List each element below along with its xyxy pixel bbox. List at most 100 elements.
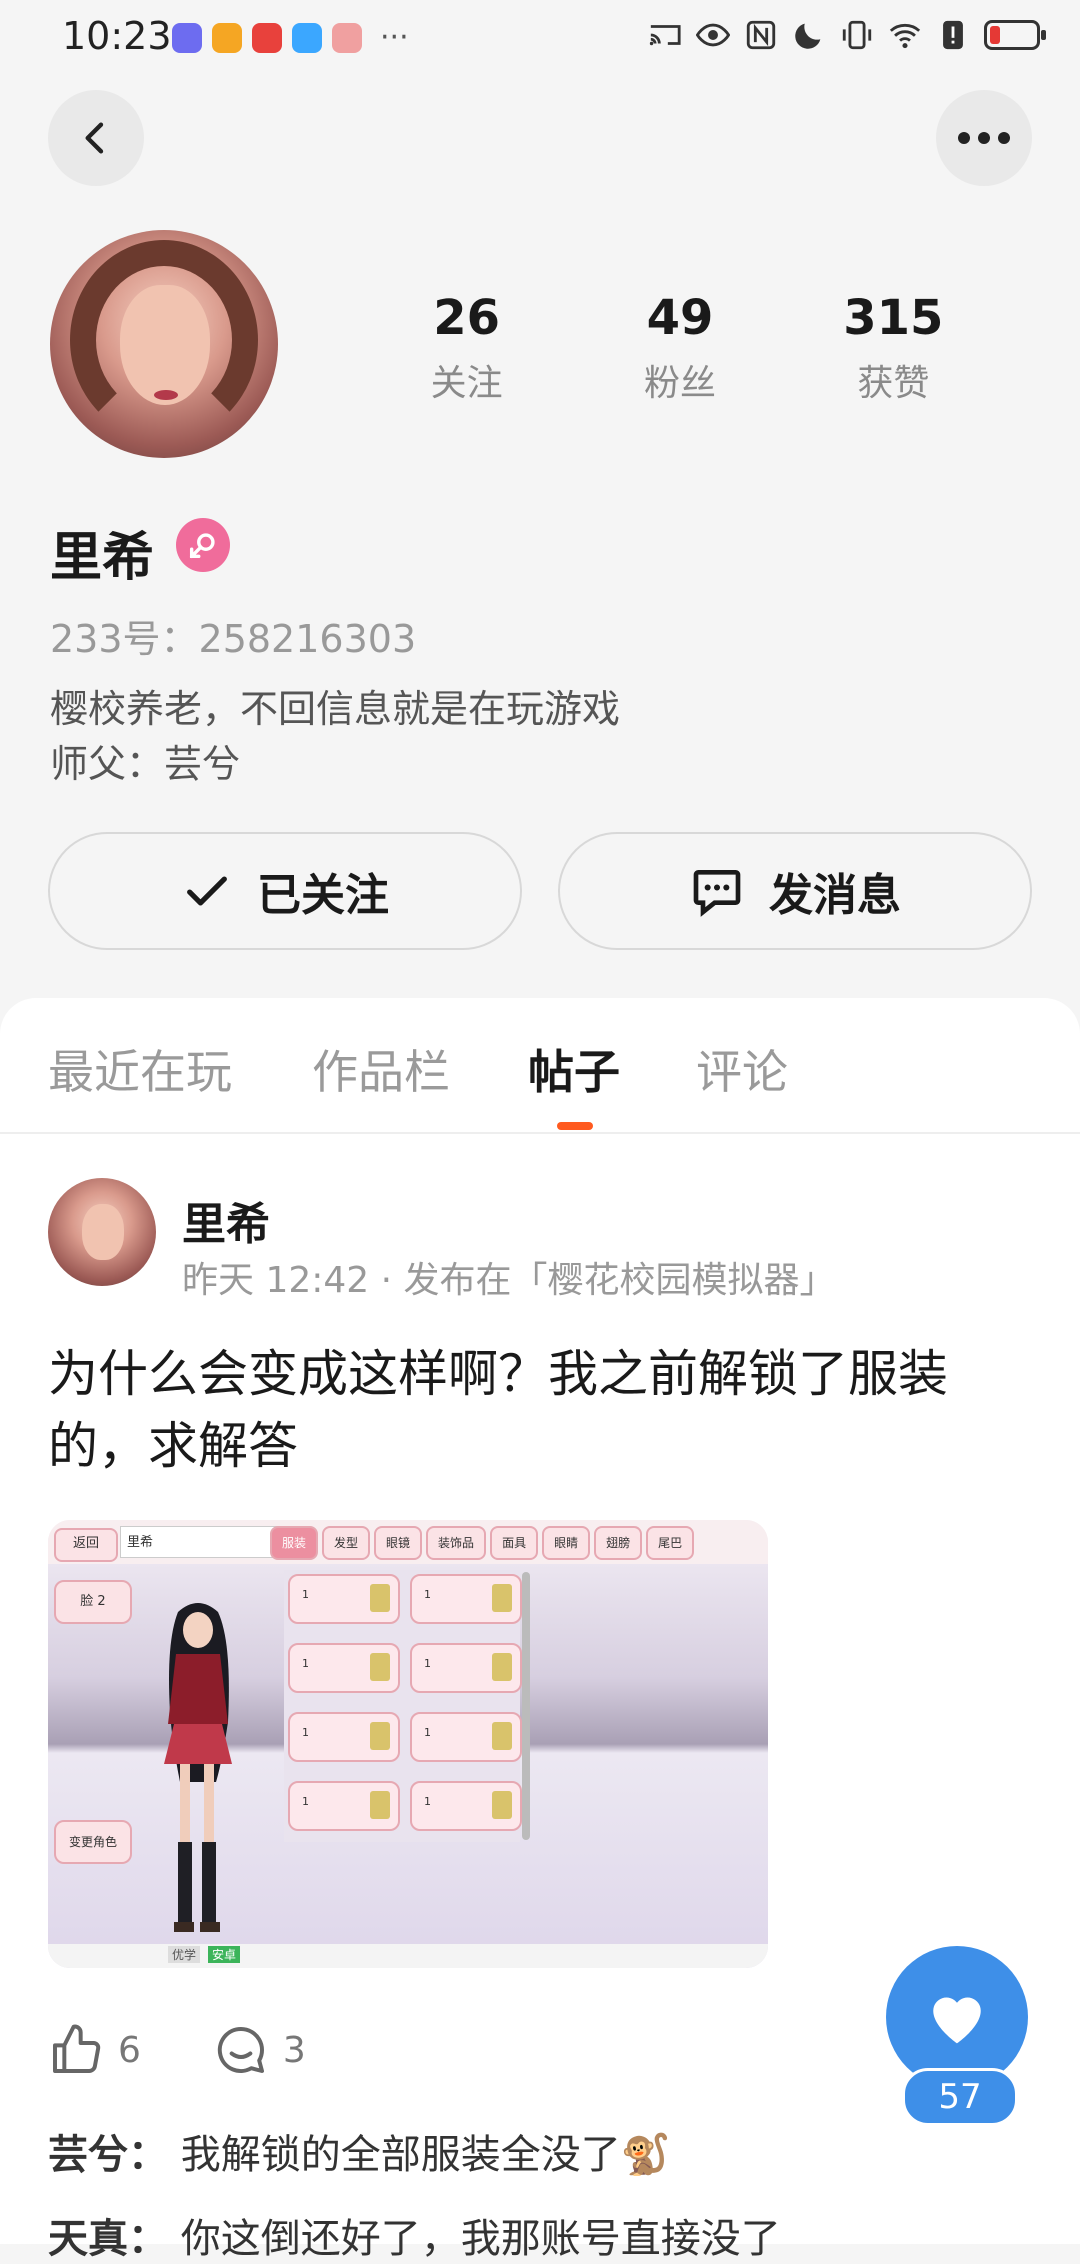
lock-icon xyxy=(370,1791,390,1819)
post-author-name[interactable]: 里希 xyxy=(182,1188,270,1252)
post-text[interactable]: 为什么会变成这样啊？我之前解锁了服装的，求解答 xyxy=(48,1338,1038,1482)
status-time: 10:23 xyxy=(62,14,172,58)
stat-label: 关注 xyxy=(430,363,503,404)
game-tab: 尾巴 xyxy=(646,1526,695,1560)
post-image[interactable]: 返回 里希 服装 发型 眼镜 装饰品 面具 眼睛 翅膀 尾巴 脸 2 变更角色 … xyxy=(48,1520,768,1968)
game-character xyxy=(164,1603,232,1932)
comment-icon xyxy=(217,2027,264,2073)
tab-works[interactable]: 作品栏 xyxy=(312,1036,450,1102)
alert-icon xyxy=(943,20,963,50)
huawei-app-icon xyxy=(252,22,282,53)
comment-count: 3 xyxy=(282,2029,306,2071)
game-outfit-slot: 1 xyxy=(288,1712,400,1762)
game-outfit-slot: 1 xyxy=(410,1712,522,1762)
floating-like-count: 57 xyxy=(902,2068,1018,2126)
back-button[interactable] xyxy=(48,90,144,186)
game-outfit-slot: 1 xyxy=(410,1574,522,1624)
cloud-app-icon xyxy=(292,22,322,53)
tab-posts[interactable]: 帖子 xyxy=(528,1036,620,1102)
game-nav-tag: 安卓 xyxy=(208,1946,241,1963)
stat-following[interactable]: 26 关注 xyxy=(360,290,573,406)
post-meta: 昨天 12:42 · 发布在「樱花校园模拟器」 xyxy=(182,1260,836,1301)
post-author-avatar[interactable] xyxy=(48,1178,156,1286)
more-dots-icon xyxy=(958,132,1010,144)
lock-icon xyxy=(370,1584,390,1612)
profile-name: 里希 xyxy=(50,528,155,588)
comment-preview[interactable]: 芸兮： 我解锁的全部服装全没了🐒 xyxy=(48,2122,671,2180)
eye-icon xyxy=(696,23,730,47)
tab-recently-played[interactable]: 最近在玩 xyxy=(48,1036,232,1102)
followed-button[interactable]: 已关注 xyxy=(48,832,522,950)
game-face-selector: 脸 2 xyxy=(54,1580,132,1624)
comment-button[interactable]: 3 xyxy=(213,2022,306,2078)
stat-number: 315 xyxy=(843,290,944,346)
game-category-tabs: 服装 发型 眼镜 装饰品 面具 眼睛 翅膀 尾巴 xyxy=(270,1526,695,1560)
vibrate-icon xyxy=(842,20,872,50)
lock-icon xyxy=(492,1584,512,1612)
game-nav-tag: 优学 xyxy=(168,1946,201,1963)
checkmark-icon xyxy=(187,876,227,906)
send-message-label: 发消息 xyxy=(769,870,901,921)
wifi-icon xyxy=(889,23,921,49)
chat-bubble-icon xyxy=(693,870,741,917)
system-icons xyxy=(648,18,1046,52)
lock-icon xyxy=(370,1722,390,1750)
game-tab: 服装 xyxy=(270,1526,319,1560)
tab-comments[interactable]: 评论 xyxy=(696,1036,788,1102)
game-tab: 装饰品 xyxy=(426,1526,487,1560)
comment-author: 天真： xyxy=(48,2216,168,2262)
lock-icon xyxy=(370,1653,390,1681)
notification-icons: ··· xyxy=(172,20,409,55)
music-app-icon xyxy=(172,22,202,53)
game-tab: 翅膀 xyxy=(594,1526,643,1560)
stat-number: 49 xyxy=(646,290,714,346)
app-icon xyxy=(212,22,242,53)
comment-author: 芸兮： xyxy=(48,2132,168,2178)
game-outfit-slot: 1 xyxy=(288,1781,400,1831)
profile-avatar[interactable] xyxy=(50,230,278,458)
game-tab: 眼睛 xyxy=(542,1526,591,1560)
more-notifications-icon: ··· xyxy=(380,20,409,55)
store-app-icon xyxy=(332,22,362,53)
game-outfit-slot: 1 xyxy=(288,1643,400,1693)
game-back-button: 返回 xyxy=(54,1528,118,1562)
stat-label: 粉丝 xyxy=(643,363,716,404)
game-outfit-grid: 1 1 1 1 1 1 1 1 xyxy=(284,1570,522,1842)
post-actions: 6 3 xyxy=(48,2022,378,2078)
game-outfit-slot: 1 xyxy=(288,1574,400,1624)
thumbs-up-icon xyxy=(53,2024,101,2073)
battery-icon xyxy=(984,20,1046,50)
game-scrollbar xyxy=(522,1572,530,1840)
nfc-icon xyxy=(746,20,776,50)
lock-icon xyxy=(492,1722,512,1750)
bio-line: 师父：芸兮 xyxy=(50,742,241,786)
game-outfit-slot: 1 xyxy=(410,1643,522,1693)
lock-icon xyxy=(492,1791,512,1819)
stat-followers[interactable]: 49 粉丝 xyxy=(573,290,786,406)
game-change-role: 变更角色 xyxy=(54,1820,132,1864)
profile-tabs: 最近在玩 作品栏 帖子 评论 xyxy=(0,998,1080,1134)
bio-line: 樱校养老，不回信息就是在玩游戏 xyxy=(50,687,621,731)
send-message-button[interactable]: 发消息 xyxy=(558,832,1032,950)
like-count: 6 xyxy=(118,2029,141,2071)
female-gender-icon xyxy=(176,518,230,572)
game-tab: 发型 xyxy=(322,1526,371,1560)
chevron-left-icon xyxy=(85,122,104,154)
active-tab-indicator xyxy=(557,1122,593,1130)
status-bar: 10:23 ··· xyxy=(0,0,1080,72)
stat-number: 26 xyxy=(433,290,501,346)
game-tab: 眼镜 xyxy=(374,1526,423,1560)
stat-label: 获赞 xyxy=(857,363,930,404)
moon-icon xyxy=(795,23,821,49)
comment-text: 我解锁的全部服装全没了🐒 xyxy=(180,2132,671,2178)
comment-text: 你这倒还好了，我那账号直接没了 xyxy=(180,2216,781,2262)
heart-icon xyxy=(933,1997,981,2044)
comment-preview[interactable]: 天真： 你这倒还好了，我那账号直接没了 xyxy=(48,2206,781,2264)
stat-likes: 315 获赞 xyxy=(787,290,1000,406)
profile-stats: 26 关注 49 粉丝 315 获赞 xyxy=(360,290,1000,406)
floating-like-button[interactable] xyxy=(886,1946,1028,2088)
like-button[interactable]: 6 xyxy=(48,2022,141,2078)
user-id: 233号：258216303 xyxy=(50,617,417,661)
cast-icon xyxy=(649,25,681,46)
more-options-button[interactable] xyxy=(936,90,1032,186)
